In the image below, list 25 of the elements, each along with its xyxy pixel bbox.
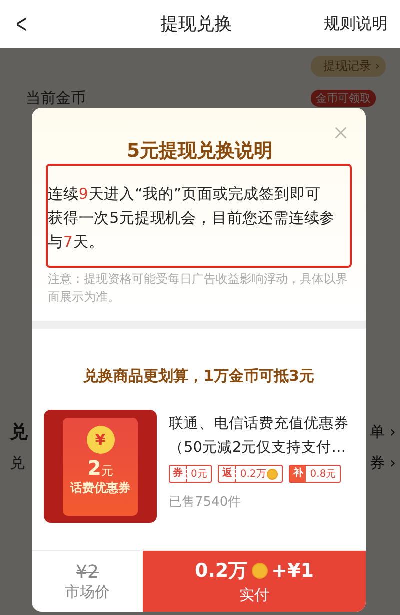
dialog-title: 5元提现兑换说明	[126, 139, 274, 164]
yen-coin-icon: ¥	[86, 426, 114, 454]
note-text: 注意：提现资格可能受每日广告收益影响浮动，具体以界面展示为准。	[48, 271, 349, 306]
sold-count: 已售7540件	[169, 494, 242, 511]
market-price: ¥2	[76, 562, 99, 582]
price-tag: 券 0元	[169, 465, 212, 483]
section-title: 兑	[10, 421, 28, 444]
promo-text: 兑换商品更划算，1万金币可抵3元	[82, 367, 316, 386]
pay-button[interactable]: 0.2万 +¥1 实付	[143, 551, 366, 612]
section-link[interactable]: 券 ›	[370, 454, 396, 473]
rules-link[interactable]: 规则说明	[324, 14, 388, 34]
price-tag: 补 0.8元	[289, 465, 342, 483]
section-title: 兑	[10, 454, 25, 473]
coupon-amount: 2元	[88, 456, 114, 480]
product-name: 联通、电信话费充值优惠券（50元减2元仅支持支付…	[169, 414, 350, 458]
coins-label: 当前金币	[26, 89, 86, 108]
price-tag: 返 0.2万	[218, 465, 284, 483]
market-price-label: 市场价	[65, 582, 110, 602]
section-link[interactable]: 单 ›	[370, 422, 396, 442]
coins-badge: 金币可领取	[311, 90, 376, 107]
close-icon[interactable]	[334, 126, 348, 140]
coupon-name: 话费优惠券	[70, 480, 130, 496]
back-button[interactable]: <	[16, 8, 27, 40]
page-title: 提现兑换	[160, 13, 233, 36]
description-text: 连续9天进入“我的”页面或完成签到即可获得一次5元提现机会，目前您还需连续参与7天。	[48, 184, 336, 253]
